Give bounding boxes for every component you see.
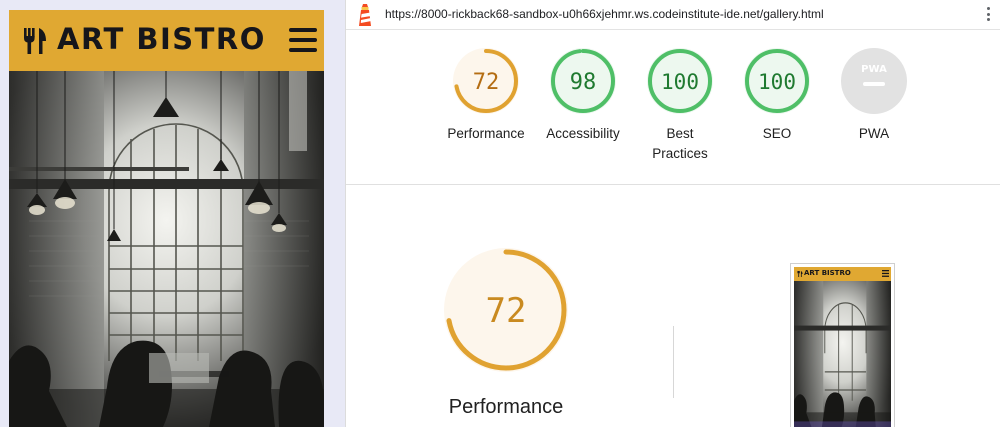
score-ring: 98 — [550, 48, 616, 114]
gauge-best-practices[interactable]: 100 Best Practices — [630, 48, 730, 168]
kebab-menu-icon[interactable] — [984, 7, 992, 25]
performance-score-gauge: 72 — [444, 248, 568, 372]
gauge-pwa[interactable]: PWA PWA — [824, 48, 924, 168]
thumbnail-title: ART BISTRO — [804, 269, 851, 277]
thumbnail-photo — [794, 281, 891, 427]
lighthouse-icon — [359, 4, 372, 26]
gauge-label: SEO — [762, 126, 792, 141]
score-value: 98 — [570, 70, 597, 95]
score-value: 100 — [661, 70, 699, 94]
pwa-badge-text: PWA — [861, 64, 887, 75]
gauge-label: Accessibility — [546, 126, 620, 141]
mobile-page-viewport: ART BISTRO — [9, 10, 324, 427]
score-ring: 72 — [453, 48, 519, 114]
mobile-preview-panel: ART BISTRO — [0, 0, 345, 427]
thumbnail-header: ART BISTRO — [794, 267, 891, 281]
score-value: 100 — [758, 70, 796, 94]
score-ring: 100 — [647, 48, 713, 114]
performance-ring: 72 — [444, 248, 568, 372]
gauge-label: Best Practices — [652, 126, 708, 161]
gauge-accessibility[interactable]: 98 Accessibility — [533, 48, 633, 168]
report-url[interactable]: https://8000-rickback68-sandbox-u0h66xje… — [385, 7, 824, 21]
lighthouse-report-panel: https://8000-rickback68-sandbox-u0h66xje… — [345, 0, 1000, 427]
bistro-interior-photo — [9, 71, 324, 427]
gauge-seo[interactable]: 100 SEO — [727, 48, 827, 168]
fork-knife-icon — [24, 28, 46, 54]
performance-score-value: 72 — [486, 291, 527, 331]
pwa-dash — [863, 82, 885, 86]
site-title[interactable]: ART BISTRO — [57, 22, 266, 56]
report-url-bar: https://8000-rickback68-sandbox-u0h66xje… — [346, 0, 1000, 30]
section-divider — [346, 184, 1000, 185]
gauge-label: PWA — [858, 126, 890, 141]
thumbnail-screen: ART BISTRO — [794, 267, 891, 427]
site-header: ART BISTRO — [9, 10, 324, 71]
performance-title: Performance — [448, 396, 564, 418]
final-screenshot-thumbnail[interactable]: ART BISTRO — [790, 263, 895, 427]
hamburger-icon — [882, 270, 889, 277]
score-value: 72 — [473, 70, 500, 95]
fork-knife-icon — [797, 271, 803, 277]
pwa-badge-icon: PWA — [841, 48, 907, 114]
gauge-performance[interactable]: 72 Performance — [436, 48, 536, 168]
gauge-label: Performance — [447, 126, 525, 141]
vertical-divider — [673, 326, 674, 398]
hamburger-icon — [289, 28, 317, 32]
score-ring: 100 — [744, 48, 810, 114]
hamburger-menu-button[interactable] — [289, 26, 319, 54]
